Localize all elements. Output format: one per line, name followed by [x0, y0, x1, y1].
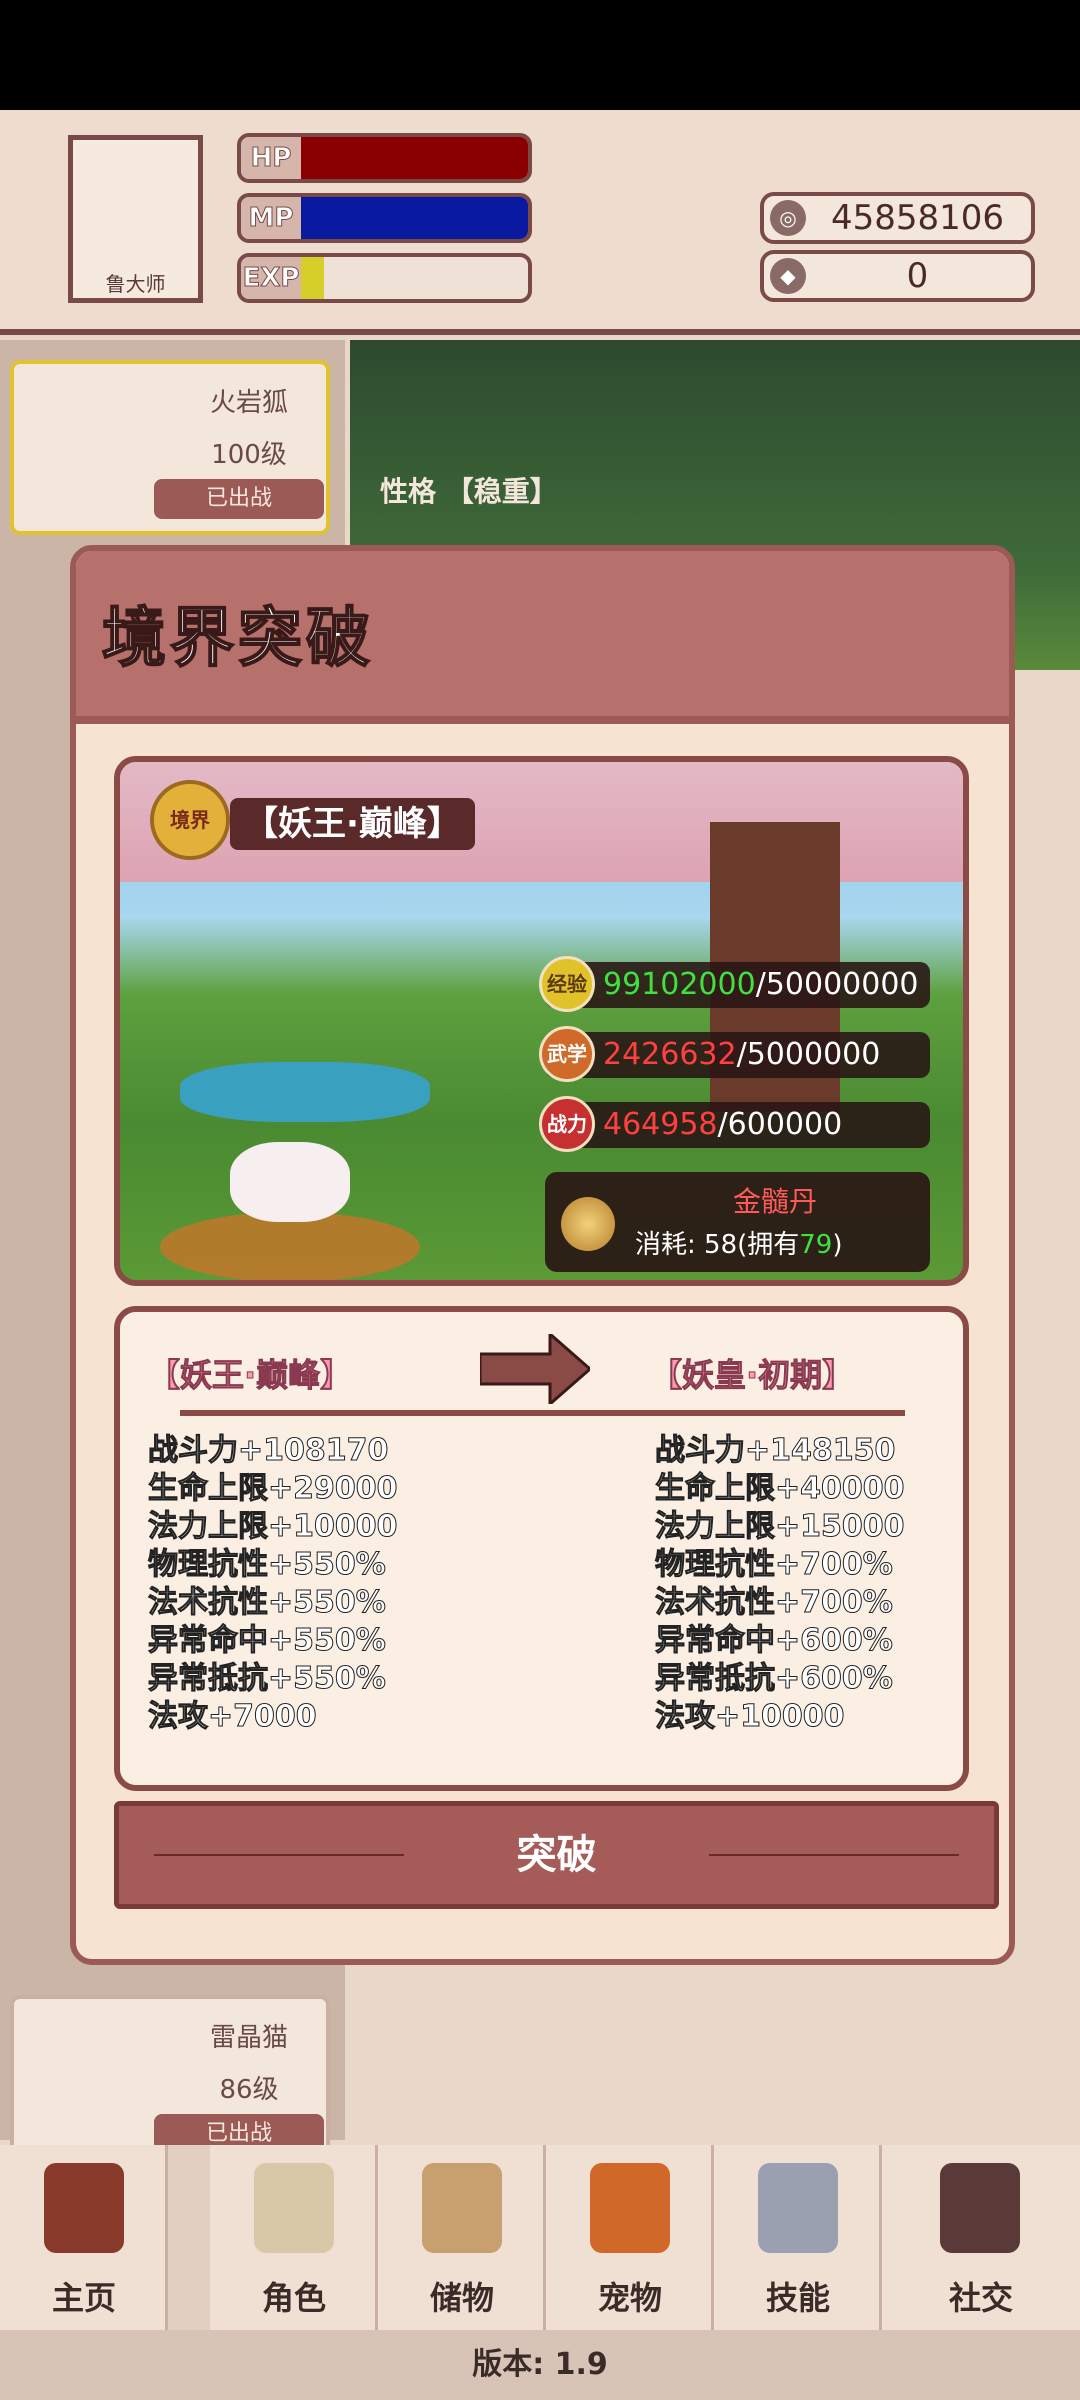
realm-scene: 境界 【妖王·巅峰】 经验 99102000/50000000 武学 24266… [114, 756, 969, 1286]
breakthrough-dialog: 境界突破 境界 【妖王·巅峰】 经验 99102000/50000000 武学 … [70, 545, 1015, 1965]
avatar-name: 鲁大师 [105, 272, 166, 296]
nav-label: 储物 [429, 2279, 494, 2317]
exp-fill [301, 257, 324, 299]
stat-line: 法术抗性+550% [148, 1585, 387, 1621]
martial-icon: 武学 [539, 1026, 595, 1082]
stat-line: 物理抗性+700% [655, 1547, 894, 1583]
stat-line: 异常命中+600% [655, 1623, 894, 1659]
compare-left-stats: 战斗力+108170 生命上限+29000 法力上限+10000 物理抗性+55… [148, 1432, 399, 1736]
nav-label: 技能 [765, 2279, 830, 2317]
exp-target: /50000000 [755, 967, 919, 1002]
pet-level: 100级 [211, 440, 287, 470]
item-cost-prefix: 消耗: 58(拥有 [635, 1230, 800, 1260]
stat-line: 生命上限+40000 [655, 1471, 906, 1507]
mp-fill [301, 197, 528, 239]
fox-icon [590, 2163, 670, 2253]
pet-card[interactable]: 火岩狐 100级 已出战 [10, 360, 330, 535]
coin-counter: ◎ 45858106 [760, 192, 1035, 244]
compare-right-title: 【妖皇·初期】 [649, 1356, 855, 1395]
bag-icon [422, 2163, 502, 2253]
house-icon [44, 2163, 124, 2253]
exp-bar: EXP [237, 253, 532, 303]
power-icon: 战力 [539, 1096, 595, 1152]
sword-icon [758, 2163, 838, 2253]
power-target: /600000 [717, 1107, 843, 1142]
bottom-nav: 主页 角色 储物 宠物 技能 社交 [0, 2145, 1080, 2330]
nav-storage[interactable]: 储物 [378, 2145, 546, 2330]
stat-line: 异常命中+550% [148, 1623, 387, 1659]
character-icon [254, 2163, 334, 2253]
stat-line: 法攻+7000 [148, 1699, 318, 1735]
version-label: 版本: 1.9 [0, 2330, 1080, 2400]
nav-label: 社交 [948, 2279, 1013, 2317]
nav-label: 角色 [261, 2279, 326, 2317]
nav-character[interactable]: 角色 [210, 2145, 378, 2330]
gem-icon: ◆ [770, 258, 806, 294]
stat-line: 战斗力+108170 [148, 1433, 389, 1469]
compare-divider [180, 1410, 905, 1416]
exp-label: EXP [241, 257, 301, 299]
pill-icon [561, 1197, 615, 1251]
current-realm: 【妖王·巅峰】 [230, 798, 475, 850]
dialog-header: 境界突破 [76, 551, 1009, 724]
stat-line: 异常抵抗+600% [655, 1661, 894, 1697]
stat-line: 异常抵抗+550% [148, 1661, 387, 1697]
personality-label: 性格 [380, 475, 437, 508]
item-cost-suffix: ) [832, 1230, 843, 1260]
pet-card[interactable]: 雷晶猫 86级 已出战 [10, 1995, 330, 2170]
item-owned: 79 [799, 1230, 833, 1260]
nav-home[interactable]: 主页 [0, 2145, 168, 2330]
hp-bar: HP [237, 133, 532, 183]
gem-value: 0 [906, 256, 929, 296]
mp-bar: MP [237, 193, 532, 243]
dialog-title: 境界突破 [101, 601, 374, 677]
item-name: 金髓丹 [732, 1185, 817, 1218]
nav-label: 宠物 [597, 2279, 662, 2317]
pet-name: 雷晶猫 [209, 2023, 288, 2053]
coin-value: 45858106 [830, 198, 1005, 238]
coin-icon: ◎ [770, 200, 806, 236]
martial-current: 2426632 [603, 1037, 737, 1072]
mp-label: MP [241, 197, 301, 239]
stat-line: 法力上限+15000 [655, 1509, 906, 1545]
stat-line: 法攻+10000 [655, 1699, 846, 1735]
hp-fill [301, 137, 528, 179]
exp-current: 99102000 [603, 967, 756, 1002]
personality-value: 【稳重】 [445, 475, 558, 508]
arrow-right-icon [480, 1334, 590, 1404]
realm-compare: 【妖王·巅峰】 【妖皇·初期】 战斗力+108170 生命上限+29000 法力… [114, 1306, 969, 1791]
pet-status: 已出战 [154, 479, 324, 519]
breakthrough-button-label: 突破 [516, 1832, 597, 1878]
martial-target: /5000000 [736, 1037, 881, 1072]
nav-label: 主页 [51, 2279, 116, 2317]
handshake-icon [940, 2163, 1020, 2253]
nav-pets[interactable]: 宠物 [546, 2145, 714, 2330]
stat-line: 战斗力+148150 [655, 1433, 896, 1469]
requirement-power: 战力 464958/600000 [539, 1096, 930, 1152]
stat-line: 法力上限+10000 [148, 1509, 399, 1545]
requirement-martial: 武学 2426632/5000000 [539, 1026, 930, 1082]
status-bar [0, 0, 1080, 110]
compare-left-title: 【妖王·巅峰】 [147, 1356, 353, 1395]
gem-counter: ◆ 0 [760, 250, 1035, 302]
realm-badge: 境界 [150, 780, 230, 860]
power-current: 464958 [603, 1107, 718, 1142]
stat-line: 生命上限+29000 [148, 1471, 399, 1507]
breakthrough-button[interactable]: 突破 [114, 1801, 999, 1909]
exp-icon: 经验 [539, 956, 595, 1012]
nav-skills[interactable]: 技能 [714, 2145, 882, 2330]
nav-social[interactable]: 社交 [882, 2145, 1080, 2330]
compare-right-stats: 战斗力+148150 生命上限+40000 法力上限+15000 物理抗性+70… [655, 1432, 906, 1736]
requirement-exp: 经验 99102000/50000000 [539, 956, 930, 1012]
cost-item[interactable]: 金髓丹 消耗: 58(拥有79) [545, 1172, 930, 1272]
hp-label: HP [241, 137, 301, 179]
item-cost: 消耗: 58(拥有79) [635, 1224, 843, 1261]
stat-line: 物理抗性+550% [148, 1547, 387, 1583]
stat-line: 法术抗性+700% [655, 1585, 894, 1621]
pet-level: 86级 [219, 2075, 279, 2105]
pet-name: 火岩狐 [209, 388, 288, 418]
